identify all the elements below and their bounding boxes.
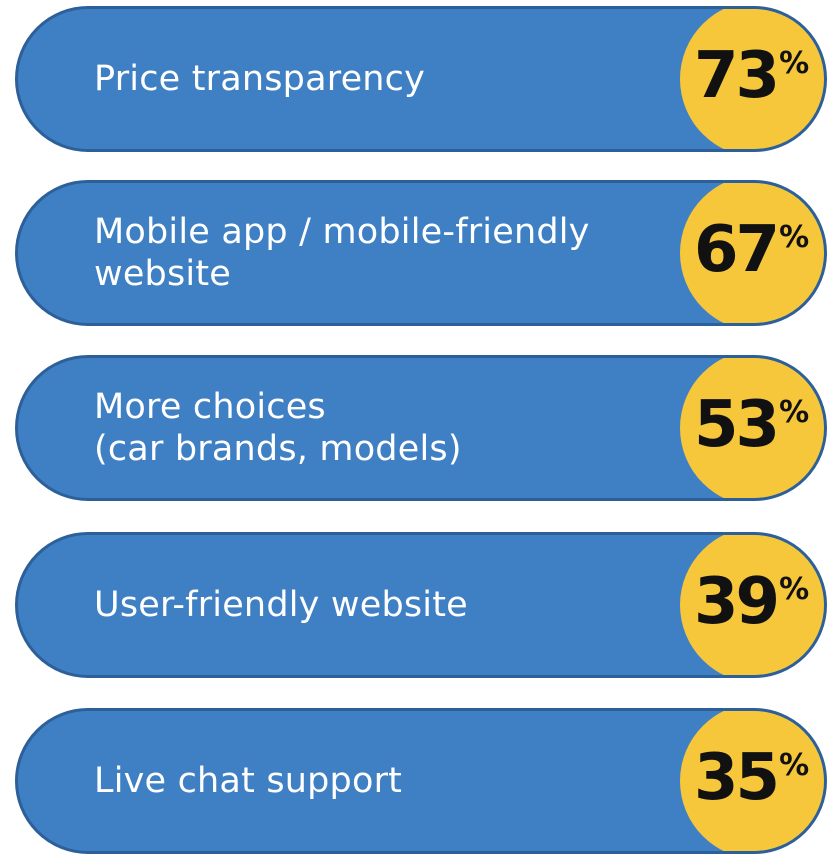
bar-item: Mobile app / mobile-friendly website 67%: [15, 180, 827, 326]
category-label: User-friendly website: [94, 584, 654, 626]
category-label-line: User-friendly website: [94, 585, 468, 625]
value-badge: 53%: [680, 358, 824, 498]
value-badge: 67%: [680, 183, 824, 323]
percent-sign: %: [779, 748, 809, 784]
category-label-line: Live chat support: [94, 761, 403, 801]
category-label-line: Mobile app / mobile-friendly: [94, 212, 590, 252]
category-label-line: Price transparency: [94, 59, 426, 99]
percent-sign: %: [779, 572, 809, 608]
percent-sign: %: [779, 395, 809, 431]
value-badge: 39%: [680, 535, 824, 675]
category-label-line: website: [94, 254, 231, 294]
category-label: Mobile app / mobile-friendly website: [94, 211, 654, 295]
value-number: 53: [694, 388, 780, 463]
category-label: More choices (car brands, models): [94, 386, 654, 470]
value-number: 73: [694, 39, 780, 114]
category-label-line: (car brands, models): [94, 429, 462, 469]
value-label: 67%: [694, 213, 809, 288]
percent-sign: %: [779, 220, 809, 256]
bar-item: Live chat support 35%: [15, 708, 827, 854]
value-badge: 35%: [680, 711, 824, 851]
bar-item: More choices (car brands, models) 53%: [15, 355, 827, 501]
percent-sign: %: [779, 46, 809, 82]
value-number: 67: [694, 213, 780, 288]
category-label: Live chat support: [94, 760, 654, 802]
value-number: 39: [694, 565, 780, 640]
value-number: 35: [694, 741, 780, 816]
value-label: 39%: [694, 565, 809, 640]
bar-item: User-friendly website 39%: [15, 532, 827, 678]
bar-item: Price transparency 73%: [15, 6, 827, 152]
category-label-line: More choices: [94, 387, 326, 427]
category-label: Price transparency: [94, 58, 654, 100]
value-label: 73%: [694, 39, 809, 114]
chart-container: Price transparency 73% Mobile app / mobi…: [0, 0, 833, 865]
value-badge: 73%: [680, 9, 824, 149]
value-label: 35%: [694, 741, 809, 816]
value-label: 53%: [694, 388, 809, 463]
